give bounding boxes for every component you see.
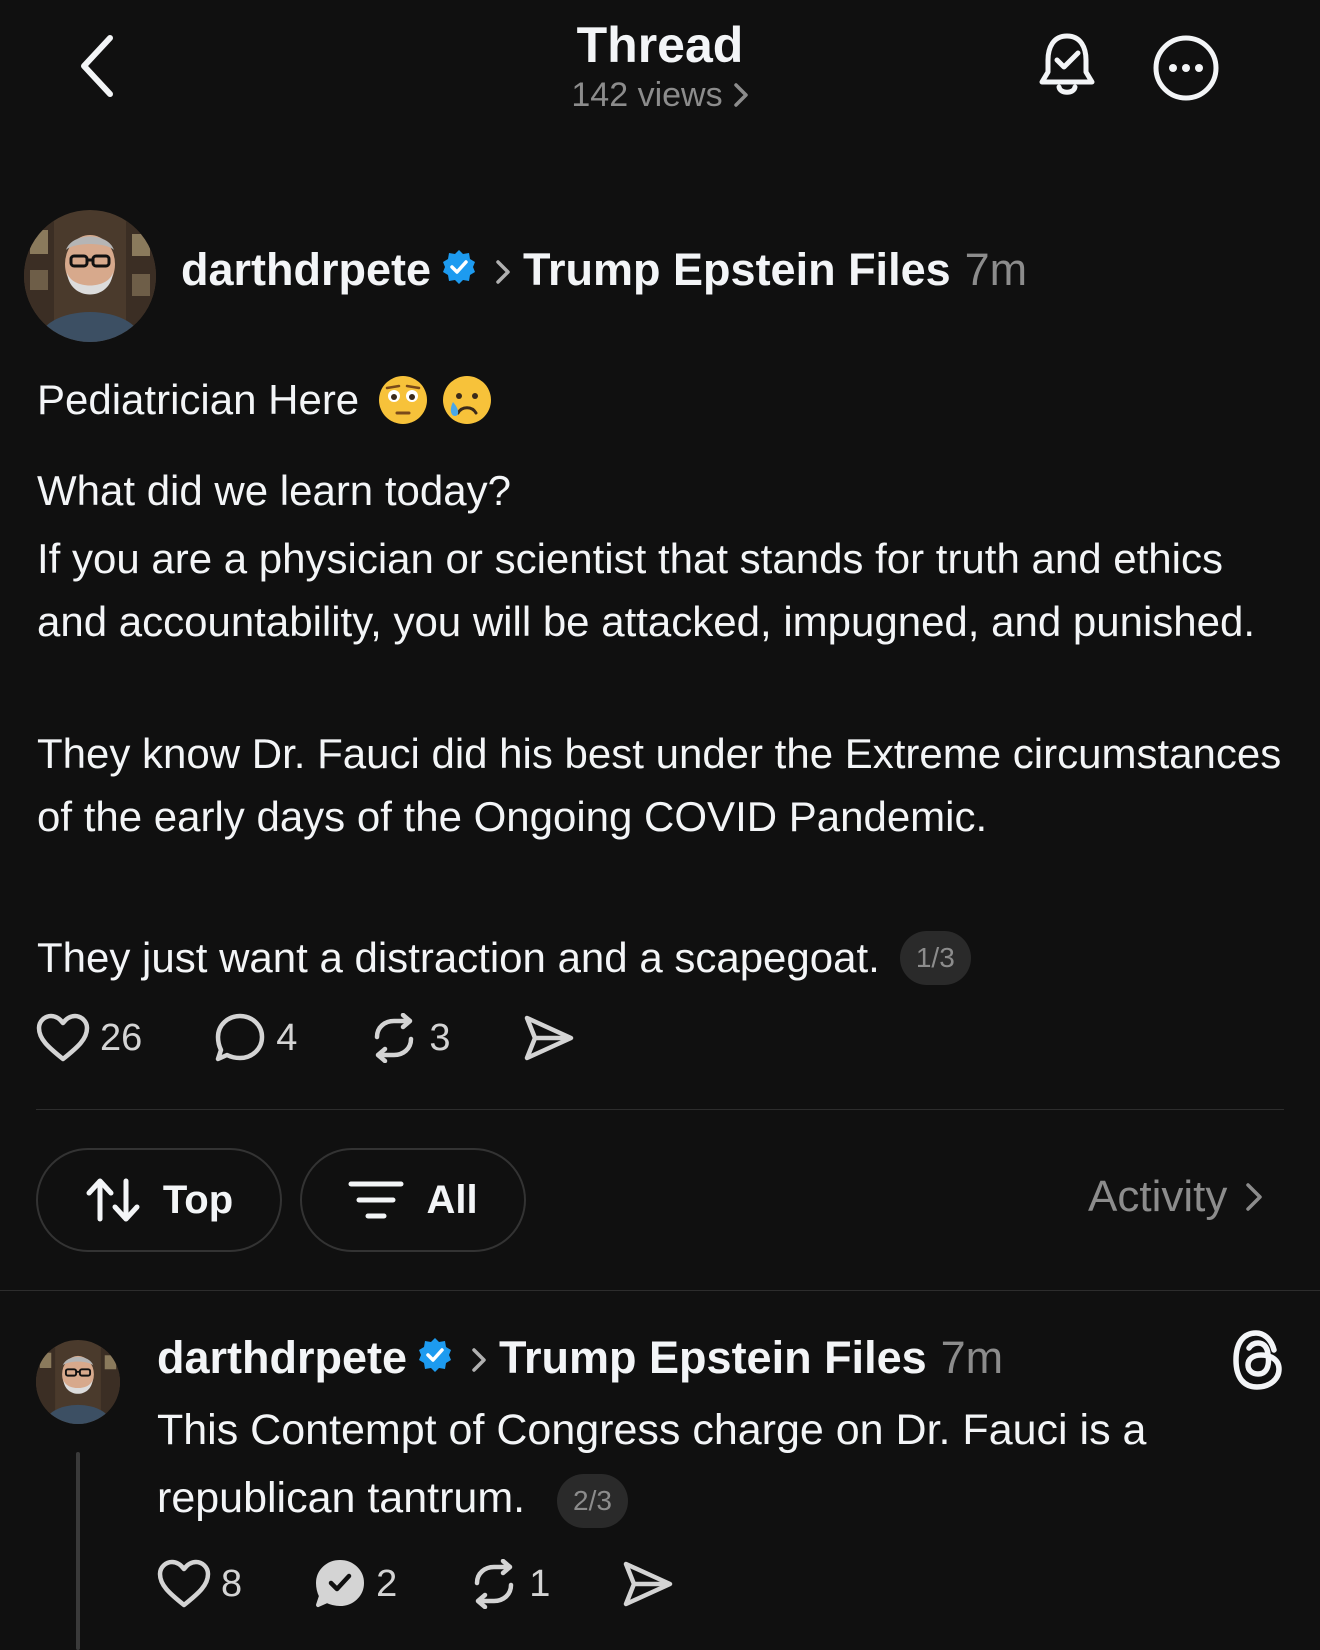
- verified-badge-icon: [441, 244, 477, 296]
- reply-count: 2: [376, 1562, 398, 1605]
- post-actions: 26 4 3: [36, 1012, 575, 1064]
- filter-label: All: [426, 1177, 478, 1222]
- reply-count: 4: [276, 1016, 298, 1059]
- avatar[interactable]: [24, 210, 156, 342]
- thread-counter-badge: 1/3: [899, 930, 971, 985]
- filter-button[interactable]: All: [300, 1148, 526, 1252]
- like-count: 8: [221, 1562, 243, 1605]
- post-paragraph: If you are a physician or scientist that…: [37, 535, 1256, 645]
- filter-lines-icon: [348, 1181, 404, 1219]
- heart-icon: [157, 1559, 211, 1608]
- repost-count: 1: [529, 1562, 551, 1605]
- share-button[interactable]: [622, 1560, 674, 1608]
- thread-connector-line: [76, 1452, 80, 1650]
- activity-label: Activity: [1088, 1172, 1228, 1221]
- sad-sweat-face-emoji-icon: [441, 374, 493, 426]
- bell-check-icon: [1039, 33, 1095, 95]
- topic-tag[interactable]: Trump Epstein Files: [523, 244, 951, 296]
- reply-button[interactable]: 2: [314, 1558, 397, 1610]
- post-actions: 8 2 1: [157, 1558, 674, 1610]
- like-button[interactable]: 8: [157, 1559, 242, 1609]
- post-last-line: They just want a distraction and a scape…: [37, 926, 1297, 989]
- post-text-first-line: Pediatrician Here: [37, 368, 493, 431]
- sort-arrows-icon: [86, 1178, 140, 1222]
- comment-bubble-icon: [216, 1013, 265, 1062]
- divider: [36, 1109, 1284, 1110]
- like-button[interactable]: 26: [36, 1013, 142, 1063]
- post-paragraph: They just want a distraction and a scape…: [37, 934, 880, 981]
- repost-button[interactable]: 1: [469, 1559, 550, 1609]
- chevron-right-icon: [471, 1332, 487, 1384]
- ellipsis-circle-icon: [1153, 35, 1219, 101]
- activity-link[interactable]: Activity: [1088, 1172, 1263, 1222]
- chevron-right-icon: [495, 244, 511, 296]
- views-link[interactable]: 142 views: [0, 76, 1320, 117]
- heart-icon: [36, 1013, 90, 1062]
- repost-count: 3: [429, 1016, 451, 1059]
- chevron-right-icon: [733, 78, 749, 117]
- more-options-button[interactable]: [1152, 34, 1220, 102]
- notifications-button[interactable]: [1036, 30, 1098, 100]
- post-line: Pediatrician Here: [37, 376, 360, 423]
- like-count: 26: [100, 1016, 143, 1059]
- reply-button[interactable]: 4: [214, 1012, 297, 1064]
- post-paragraph: This Contempt of Congress charge on Dr. …: [157, 1406, 1147, 1522]
- post-header: darthdrpete Trump Epstein Files 7m: [181, 244, 1027, 296]
- replied-bubble-check-icon: [316, 1560, 365, 1607]
- thread-counter-badge: 2/3: [557, 1473, 628, 1528]
- repost-button[interactable]: 3: [369, 1013, 451, 1063]
- repost-icon: [475, 1559, 514, 1609]
- username[interactable]: darthdrpete: [157, 1332, 407, 1384]
- post-paragraph: They know Dr. Fauci did his best under t…: [37, 730, 1282, 840]
- verified-badge-icon: [417, 1332, 453, 1384]
- username[interactable]: darthdrpete: [181, 244, 431, 296]
- views-count: 142 views: [571, 76, 723, 114]
- section-divider: [0, 1290, 1320, 1291]
- page-title: Thread: [576, 17, 744, 73]
- flushed-face-emoji-icon: [377, 374, 429, 426]
- repost-icon: [375, 1013, 414, 1063]
- topic-tag[interactable]: Trump Epstein Files: [499, 1332, 927, 1384]
- post-paragraph: What did we learn today?: [37, 467, 511, 514]
- timestamp: 7m: [964, 244, 1028, 295]
- post-header: darthdrpete Trump Epstein Files 7m: [157, 1332, 1003, 1384]
- sort-button[interactable]: Top: [36, 1148, 282, 1252]
- sort-label: Top: [162, 1177, 234, 1222]
- send-icon: [524, 1015, 573, 1061]
- chevron-right-icon: [1246, 1183, 1263, 1211]
- share-button[interactable]: [523, 1014, 575, 1062]
- reply-post-text: This Contempt of Congress charge on Dr. …: [157, 1396, 1277, 1532]
- threads-logo-icon: [1230, 1328, 1286, 1392]
- send-icon: [624, 1561, 673, 1607]
- timestamp: 7m: [940, 1332, 1004, 1383]
- avatar[interactable]: [36, 1340, 120, 1424]
